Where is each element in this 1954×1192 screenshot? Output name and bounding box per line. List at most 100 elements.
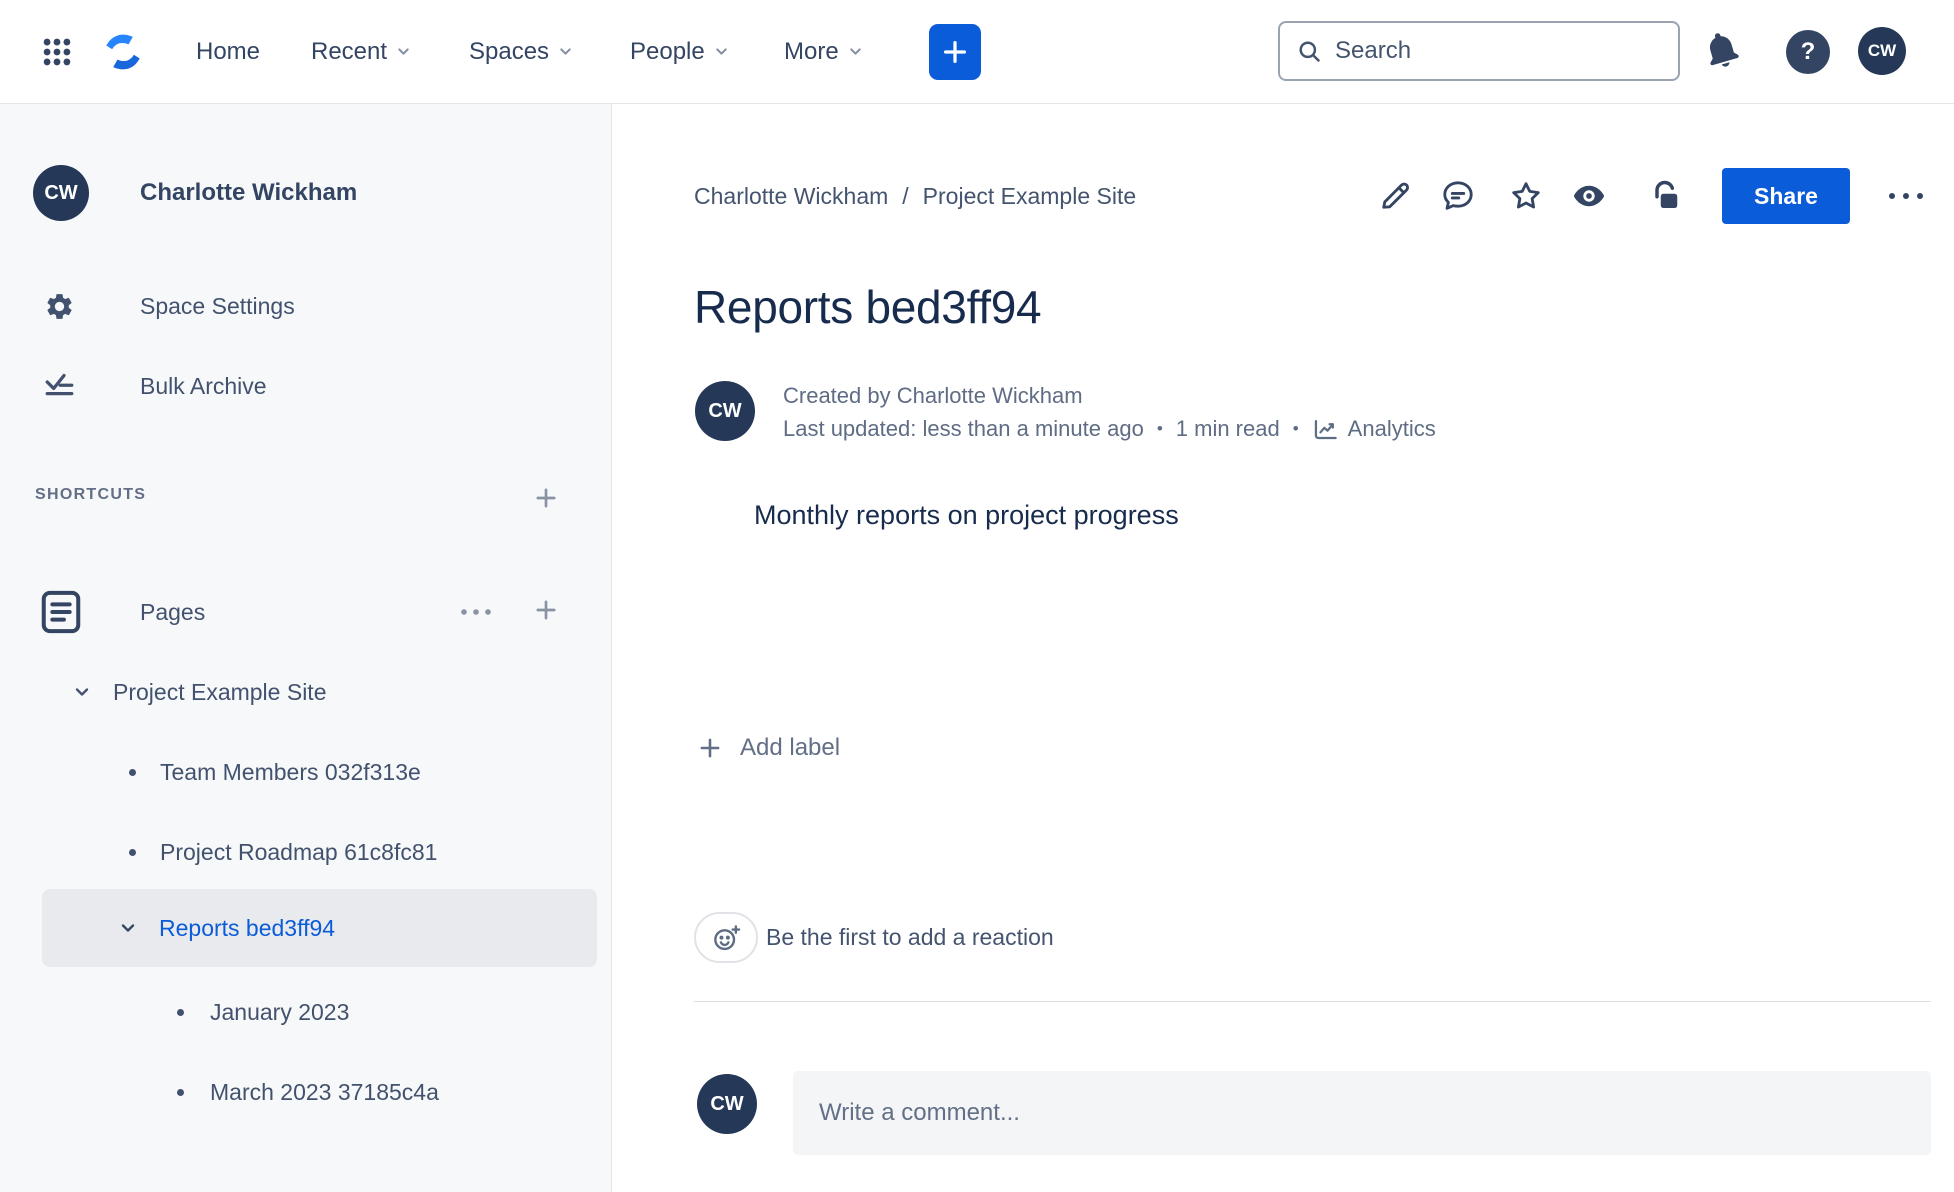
help-button[interactable]: ? (1786, 30, 1830, 74)
nav-people[interactable]: People (630, 0, 730, 103)
bullet-icon (129, 848, 136, 856)
breadcrumb-parent-link[interactable]: Project Example Site (923, 183, 1136, 210)
space-settings-label: Space Settings (140, 292, 295, 319)
read-time-text: 1 min read (1175, 416, 1280, 441)
byline-created: Created by Charlotte Wickham (783, 381, 1083, 411)
add-label-button[interactable]: Add label (697, 731, 840, 765)
create-button[interactable] (929, 24, 981, 80)
nav-more-label: More (784, 37, 839, 65)
tree-item-team-members[interactable]: Team Members 032f313e (0, 733, 612, 811)
pages-header-label: Pages (140, 598, 206, 625)
tree-item-label: Team Members 032f313e (160, 758, 421, 785)
search-box[interactable] (1278, 21, 1680, 81)
page-more-button[interactable] (1884, 174, 1928, 218)
author-avatar-initials: CW (708, 399, 742, 422)
tree-item-project-example-site[interactable]: Project Example Site (0, 653, 612, 731)
top-navigation: Home Recent Spaces People More Search ? … (0, 0, 1954, 104)
create-page-button[interactable] (530, 594, 562, 626)
pages-section-header[interactable]: Pages (0, 584, 611, 640)
watch-button[interactable] (1567, 174, 1611, 218)
tree-item-march-2023[interactable]: March 2023 37185c4a (0, 1053, 612, 1131)
analytics-chart-icon (1312, 416, 1339, 443)
breadcrumb-separator: / (902, 182, 909, 209)
profile-avatar-initials: CW (1867, 41, 1897, 60)
tree-item-reports-selected[interactable]: Reports bed3ff94 (42, 889, 597, 967)
bell-icon (1700, 29, 1746, 73)
nav-spaces-label: Spaces (469, 37, 550, 65)
share-button-label: Share (1754, 182, 1818, 209)
space-name: Charlotte Wickham (140, 179, 358, 206)
space-avatar-initials: CW (44, 181, 78, 204)
add-label-text: Add label (740, 734, 841, 761)
author-avatar[interactable]: CW (695, 381, 755, 441)
dot-separator: • (1156, 419, 1163, 438)
eye-icon (1571, 178, 1607, 214)
commenter-avatar: CW (697, 1074, 757, 1134)
tree-item-label: March 2023 37185c4a (210, 1078, 439, 1105)
search-icon (1296, 38, 1323, 65)
space-header[interactable]: CW Charlotte Wickham (0, 165, 611, 221)
add-shortcut-button[interactable] (530, 482, 562, 514)
search-input[interactable] (1335, 37, 1662, 65)
tree-item-label: Reports bed3ff94 (159, 914, 336, 941)
bulk-archive-icon (44, 371, 75, 402)
comment-bubble-icon (1440, 178, 1476, 214)
pages-more-button[interactable] (460, 596, 492, 628)
sidebar-item-space-settings[interactable]: Space Settings (0, 278, 611, 334)
nav-more[interactable]: More (784, 0, 864, 103)
confluence-logo[interactable] (100, 29, 146, 75)
app-switcher-button[interactable] (40, 34, 76, 70)
chevron-down-icon (557, 43, 574, 60)
bulk-archive-label: Bulk Archive (140, 372, 267, 399)
edit-button[interactable] (1373, 174, 1417, 218)
nav-spaces[interactable]: Spaces (469, 0, 574, 103)
restrictions-button[interactable] (1644, 174, 1688, 218)
add-reaction-button[interactable] (694, 912, 758, 963)
page-body-paragraph: Monthly reports on project progress (754, 500, 1179, 530)
chevron-down-icon (713, 43, 730, 60)
share-button[interactable]: Share (1722, 168, 1850, 224)
nav-home[interactable]: Home (196, 0, 260, 103)
chevron-down-icon (72, 682, 92, 702)
smiley-plus-icon (710, 922, 742, 954)
question-mark-icon: ? (1800, 38, 1816, 65)
pages-document-icon (38, 587, 84, 637)
plus-icon (532, 484, 560, 512)
tree-item-label: Project Example Site (113, 678, 327, 705)
plus-icon (940, 37, 970, 67)
bullet-icon (177, 1088, 184, 1096)
nav-recent[interactable]: Recent (311, 0, 412, 103)
bullet-icon (129, 768, 136, 776)
space-avatar: CW (33, 165, 89, 221)
reaction-prompt: Be the first to add a reaction (766, 924, 1054, 950)
comment-input-box[interactable] (793, 1071, 1931, 1155)
page-title: Reports bed3ff94 (694, 281, 1042, 333)
nav-home-label: Home (196, 37, 261, 65)
chevron-down-icon (395, 43, 412, 60)
space-sidebar: CW Charlotte Wickham Space Settings Bulk… (0, 104, 612, 1192)
unlock-icon (1648, 178, 1684, 214)
star-button[interactable] (1504, 174, 1548, 218)
notifications-button[interactable] (1700, 28, 1746, 74)
tree-item-january-2023[interactable]: January 2023 (0, 973, 612, 1051)
plus-icon (532, 596, 560, 624)
dot-separator: • (1292, 419, 1299, 438)
plus-icon (697, 735, 723, 761)
star-icon (1508, 178, 1544, 214)
gear-icon (44, 291, 75, 322)
sidebar-item-bulk-archive[interactable]: Bulk Archive (0, 358, 611, 414)
pencil-icon (1377, 178, 1413, 214)
comment-input[interactable] (819, 1099, 1905, 1127)
profile-avatar[interactable]: CW (1858, 27, 1906, 75)
tree-item-label: Project Roadmap 61c8fc81 (160, 838, 438, 865)
tree-item-project-roadmap[interactable]: Project Roadmap 61c8fc81 (0, 813, 612, 891)
ellipsis-icon (459, 607, 493, 617)
chevron-down-icon (847, 43, 864, 60)
breadcrumb-space-link[interactable]: Charlotte Wickham (694, 183, 888, 210)
comments-button[interactable] (1436, 174, 1480, 218)
tree-item-label: January 2023 (210, 998, 350, 1025)
nav-recent-label: Recent (311, 37, 388, 65)
analytics-label: Analytics (1347, 416, 1436, 441)
chevron-down-icon (118, 918, 138, 938)
analytics-link[interactable]: Analytics (1312, 416, 1436, 443)
